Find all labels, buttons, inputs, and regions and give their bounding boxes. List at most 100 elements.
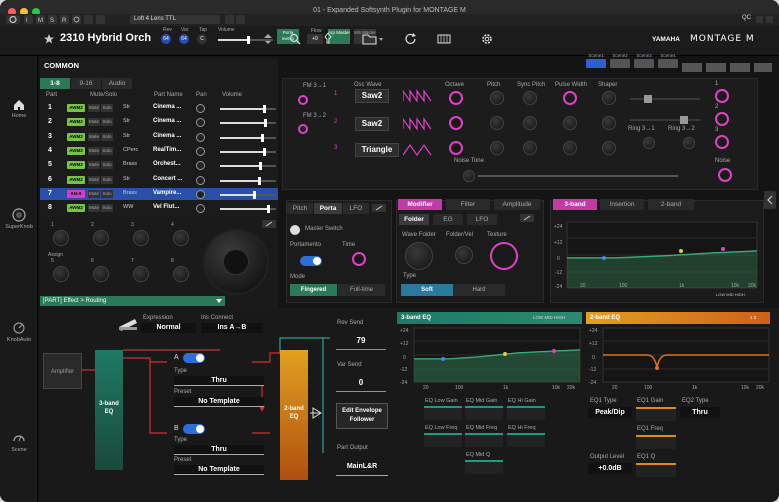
osc-param-knob[interactable] <box>449 116 463 130</box>
fm2-knob[interactable] <box>298 124 308 134</box>
eq2-block[interactable]: 2-band EQ <box>280 350 308 480</box>
eq3-param-value[interactable] <box>507 406 545 420</box>
mix-3-knob[interactable] <box>715 135 729 149</box>
part-volume-handle[interactable] <box>266 205 270 214</box>
time-knob[interactable] <box>352 252 366 266</box>
part-volume-slider[interactable] <box>220 190 276 199</box>
eq2-graph[interactable] <box>587 326 771 392</box>
osc-param-knob[interactable] <box>490 141 504 155</box>
osc-param-knob[interactable] <box>449 141 463 155</box>
scene-4[interactable]: Scene4 <box>658 53 678 68</box>
sidebar-item-scene[interactable]: Scene <box>2 428 36 462</box>
tab-3band[interactable]: 3-band <box>553 199 597 210</box>
tab-audio[interactable]: Audio <box>102 78 132 89</box>
table-row[interactable]: 1 AWM2 Mute Solo Str Cinema ... <box>40 102 278 114</box>
part-volume-slider[interactable] <box>220 176 276 185</box>
assign-knob-6[interactable] <box>93 266 109 282</box>
master-volume-handle[interactable] <box>247 36 251 44</box>
portamento-toggle[interactable] <box>300 256 322 266</box>
knob-edit-icon[interactable] <box>262 220 276 228</box>
assign-knob-7[interactable] <box>133 266 149 282</box>
eq1-gain-value[interactable] <box>636 407 676 421</box>
mute-button[interactable]: Mute <box>88 161 100 170</box>
mod-edit-icon[interactable] <box>520 214 534 222</box>
tab-9-16[interactable]: 9-16 <box>71 78 101 89</box>
part-volume-slider[interactable] <box>220 119 276 128</box>
insertion-b-toggle[interactable] <box>183 424 205 434</box>
table-row[interactable]: 6 AWM2 Mute Solo Str Concert ... <box>40 174 278 186</box>
common-label[interactable]: COMMON <box>44 61 79 70</box>
fm1-knob[interactable] <box>298 95 308 105</box>
solo-button[interactable]: Solo <box>101 204 113 213</box>
table-row[interactable]: 7 AN-X Mute Solo Brass Vampire... <box>40 187 278 200</box>
keyboard-icon[interactable] <box>437 33 451 45</box>
folder-vel-knob[interactable] <box>455 246 473 264</box>
part-name[interactable]: Vampire... <box>153 190 181 196</box>
part-volume-handle[interactable] <box>259 162 263 171</box>
part-volume-handle[interactable] <box>258 176 262 185</box>
tab-1-8[interactable]: 1-8 <box>40 78 70 89</box>
osc-param-knob[interactable] <box>523 116 537 130</box>
var-send-value[interactable]: 0 <box>336 374 386 392</box>
table-row[interactable]: 5 AWM2 Mute Solo Brass Orchest... <box>40 159 278 171</box>
eq1-freq-value[interactable] <box>636 435 676 449</box>
insertion-b-type-value[interactable]: Thru <box>174 445 264 455</box>
master-volume-slider[interactable] <box>218 36 273 44</box>
eq2-type-value[interactable]: Thru <box>680 407 720 418</box>
tab-amplitude[interactable]: Amplitude <box>494 199 540 210</box>
super-knob[interactable] <box>203 229 269 295</box>
shaper-slider-1[interactable] <box>630 95 700 103</box>
part-volume-handle[interactable] <box>261 133 264 142</box>
part-name[interactable]: Cinema ... <box>153 118 181 124</box>
eq3-param-value[interactable] <box>507 433 545 447</box>
sidebar-item-superknob[interactable]: SuperKnob <box>2 205 36 239</box>
osc-param-knob[interactable] <box>563 141 577 155</box>
edit-envelope-follower-button[interactable]: Edit Envelope Follower <box>336 403 388 429</box>
output-level-value[interactable]: +0.0dB <box>588 463 632 474</box>
part-volume-slider[interactable] <box>220 105 276 113</box>
subtab-lfo[interactable]: LFO <box>467 214 497 225</box>
scene-5-8[interactable] <box>682 63 772 72</box>
osc-param-knob[interactable] <box>523 141 537 155</box>
pan-knob[interactable] <box>196 118 205 128</box>
type-soft[interactable]: Soft <box>401 284 453 296</box>
pan-knob[interactable] <box>196 204 205 214</box>
eq3-param-value[interactable] <box>465 460 503 474</box>
folder-icon[interactable] <box>362 33 384 45</box>
pan-knob[interactable] <box>196 146 205 156</box>
assign-knob-8[interactable] <box>173 266 189 282</box>
ring2-knob[interactable] <box>683 137 695 149</box>
osc-param-knob[interactable] <box>490 91 504 105</box>
qc-button[interactable]: QC <box>742 15 751 21</box>
mute-button[interactable]: Mute <box>88 146 100 155</box>
osc-param-knob[interactable] <box>563 116 577 130</box>
subtab-folder[interactable]: Folder <box>399 214 429 225</box>
osc-param-knob[interactable] <box>602 141 616 155</box>
flow-value[interactable]: +0 <box>307 34 323 44</box>
assign-knob-1[interactable] <box>53 230 69 246</box>
insertion-b-preset-value[interactable]: No Template <box>174 465 264 475</box>
texture-knob[interactable] <box>490 242 518 270</box>
mode-fulltime[interactable]: Full-time <box>338 284 385 296</box>
mix-2-knob[interactable] <box>715 112 729 126</box>
part-volume-slider[interactable] <box>220 133 276 142</box>
pan-knob[interactable] <box>196 175 205 185</box>
part-volume-handle[interactable] <box>262 105 266 113</box>
mute-button[interactable]: Mute <box>88 175 100 184</box>
master-switch-toggle[interactable] <box>290 225 300 235</box>
insertion-a-type-value[interactable]: Thru <box>174 376 264 386</box>
solo-button[interactable]: Solo <box>101 146 113 155</box>
osc-wave-select[interactable]: Saw2 <box>355 117 389 131</box>
assign-knob-2[interactable] <box>93 230 109 246</box>
mix-1-knob[interactable] <box>715 89 729 103</box>
tab-modifier[interactable]: Modifier <box>398 199 442 210</box>
part-volume-handle[interactable] <box>252 190 256 199</box>
table-row[interactable]: 8 AWM2 Mute Solo WW Vel Flut... <box>40 202 278 214</box>
settings-gear-icon[interactable] <box>480 33 494 45</box>
preset-dropdown[interactable]: Loft 4 Lens TTL <box>130 15 220 24</box>
solo-button[interactable]: Solo <box>101 189 113 198</box>
power-icon[interactable] <box>6 15 20 24</box>
scene-1[interactable]: Scene1 <box>586 53 606 68</box>
type-hard[interactable]: Hard <box>453 284 505 296</box>
part-volume-slider[interactable] <box>220 147 276 156</box>
